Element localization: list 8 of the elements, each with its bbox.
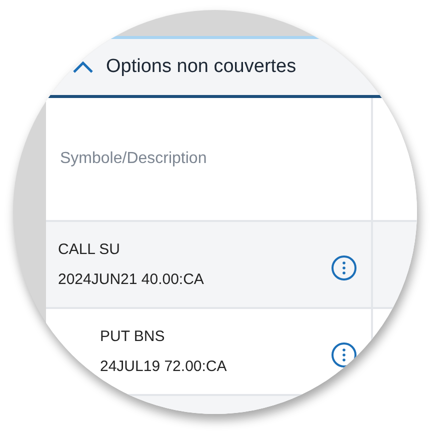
more-options-icon[interactable]: [331, 254, 357, 280]
more-options-icon[interactable]: [331, 342, 357, 368]
section-title: Options non couvertes: [106, 56, 296, 78]
option-symbol: PUT BNS: [100, 328, 166, 345]
search-field[interactable]: Symbole/Description: [58, 149, 322, 169]
option-details: 2024JUN21 40.00:CA: [58, 271, 204, 288]
option-details: 24JUL19 72.00:CA: [100, 358, 227, 375]
option-symbol: CALL SU: [58, 241, 121, 258]
